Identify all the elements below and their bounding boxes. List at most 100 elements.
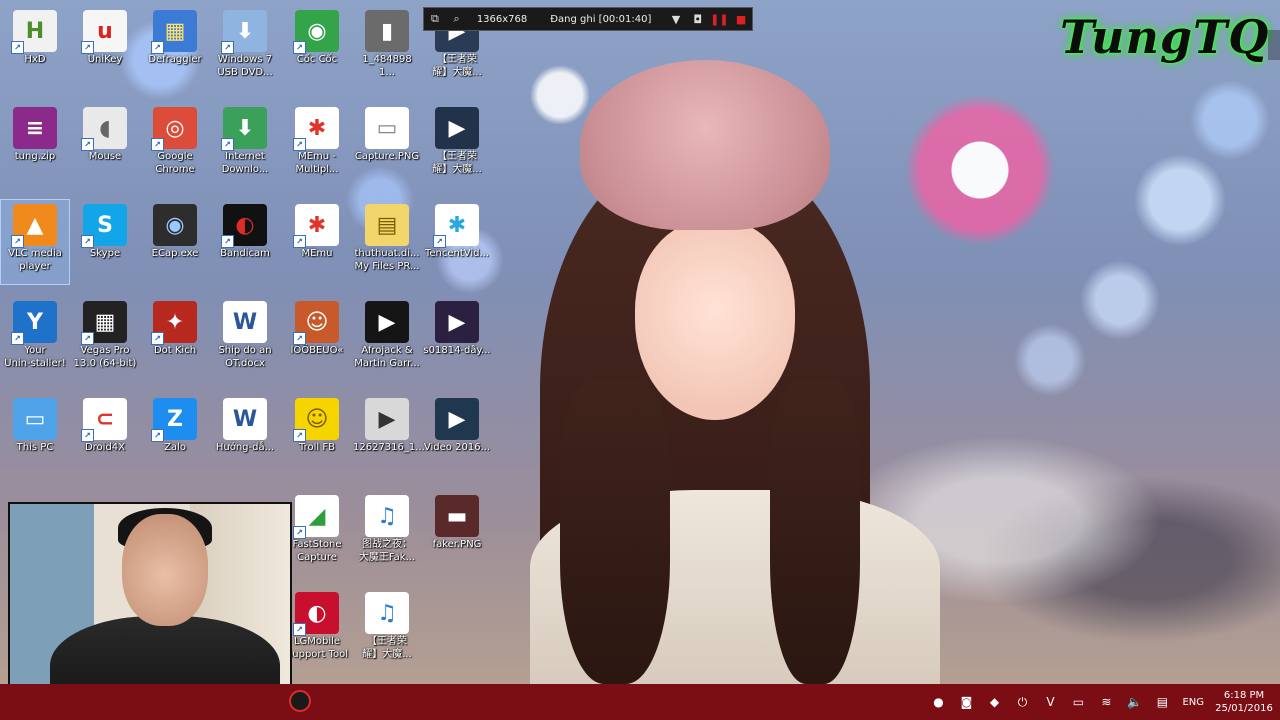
- shortcut-arrow-icon: ↗: [221, 138, 234, 151]
- app-icon: ▦ ↗: [81, 301, 127, 345]
- desktop-icon[interactable]: ✱ ↗ TencentVid...: [423, 200, 491, 284]
- desktop-icon[interactable]: W Hướng-dẫ...: [211, 394, 279, 478]
- desktop-icon[interactable]: ⬇ ↗ Windows 7 USB DVD...: [211, 6, 279, 90]
- desktop-icon-label: Droid4X: [84, 442, 126, 453]
- app-icon: H ↗: [11, 10, 57, 54]
- desktop-icon[interactable]: ◉ ECap.exe: [141, 200, 209, 284]
- desktop-icon[interactable]: W Ship do an OT.docx: [211, 297, 279, 381]
- desktop-icon[interactable]: ✱ ↗ MEmu: [283, 200, 351, 284]
- shortcut-arrow-icon: ↗: [221, 235, 234, 248]
- desktop-icon[interactable]: ▶ Afrojack & Martin Garr...: [353, 297, 421, 381]
- desktop-icon[interactable]: ◖ ↗ Mouse: [71, 103, 139, 187]
- app-icon: u ↗: [81, 10, 127, 54]
- clock[interactable]: 6:18 PM 25/01/2016: [1214, 689, 1274, 715]
- app-icon: ⊂ ↗: [81, 398, 127, 442]
- desktop-icon-label: Troll FB: [299, 442, 335, 453]
- shortcut-arrow-icon: ↗: [293, 526, 306, 539]
- network-app-icon[interactable]: ◆: [983, 691, 1005, 713]
- desktop-icon[interactable]: ☺ ↗ Troll FB: [283, 394, 351, 478]
- app-icon: ▶: [435, 301, 479, 343]
- desktop-icon[interactable]: ▲ ↗ VLC media player: [0, 199, 70, 285]
- desktop-icon-label: 12627316_1...: [353, 442, 425, 453]
- desktop-icon-label: Video 2016...: [423, 442, 491, 453]
- desktop-icon[interactable]: ✱ ↗ MEmu - Multipl...: [283, 103, 351, 187]
- window-mode-icon[interactable]: ⧉: [424, 8, 446, 30]
- desktop-icon[interactable]: ♫ 图战之夜： 大魔王Fak...: [353, 491, 421, 575]
- app-icon: ≡: [13, 107, 57, 149]
- desktop-icon[interactable]: ◎ ↗ Google Chrome: [141, 103, 209, 187]
- shortcut-arrow-icon: ↗: [151, 138, 164, 151]
- desktop-icon[interactable]: ▶ s01814-dây...: [423, 297, 491, 381]
- language-indicator[interactable]: ENG: [1182, 697, 1204, 708]
- shortcut-arrow-icon: ↗: [81, 429, 94, 442]
- wallpaper-portrait: [470, 60, 940, 684]
- desktop-icon[interactable]: ▦ ↗ Defraggler: [141, 6, 209, 90]
- pause-icon[interactable]: ❚❚: [709, 8, 731, 30]
- desktop-icon-label: Hướng-dẫ...: [215, 442, 275, 453]
- desktop-icon-label: UniKey: [87, 54, 123, 65]
- desktop-icon-label: HxD: [24, 54, 46, 65]
- app-icon: ✱ ↗: [293, 107, 339, 151]
- shortcut-arrow-icon: ↗: [151, 429, 164, 442]
- app-icon: ▶: [435, 107, 479, 149]
- desktop-icon[interactable]: ▶ 【王者荣 耀】大魔...: [423, 103, 491, 187]
- desktop-icon[interactable]: ☺ ↗ lÔÕBEUO«: [283, 297, 351, 381]
- recording-toolbar[interactable]: ⧉ ⌕ 1366x768 Đang ghi [00:01:40] ▼ ◘ ❚❚ …: [423, 7, 753, 31]
- desktop-icon[interactable]: ◢ ↗ FastStone Capture: [283, 491, 351, 575]
- camera-icon[interactable]: ◘: [687, 8, 709, 30]
- chevron-down-icon[interactable]: ▼: [665, 8, 687, 30]
- desktop-icon[interactable]: ◐ ↗ LGMobile Support Tool: [283, 588, 351, 672]
- battery-icon[interactable]: ▭: [1067, 691, 1089, 713]
- desktop-icon[interactable]: ▤ thuthuat.di... My Files PR...: [353, 200, 421, 284]
- search-icon[interactable]: ⌕: [446, 8, 468, 30]
- desktop-icon[interactable]: ▭ Capture.PNG: [353, 103, 421, 187]
- desktop-icon-label: MEmu: [301, 248, 333, 259]
- volume-icon[interactable]: 🔈: [1123, 691, 1145, 713]
- desktop-icon[interactable]: ⊂ ↗ Droid4X: [71, 394, 139, 478]
- app-icon: ▶: [435, 398, 479, 440]
- desktop-icon[interactable]: ▶ Video 2016...: [423, 394, 491, 478]
- power-app-icon[interactable]: ⏻: [1011, 691, 1033, 713]
- desktop-icon[interactable]: ▦ ↗ Vegas Pro 13.0 (64-bit): [71, 297, 139, 381]
- app-icon: ⬇ ↗: [221, 107, 267, 151]
- desktop-icon[interactable]: Z ↗ Zalo: [141, 394, 209, 478]
- desktop-icon-label: Windows 7 USB DVD...: [217, 54, 273, 78]
- app-icon: ▶: [365, 301, 409, 343]
- desktop-icon-label: ECap.exe: [151, 248, 199, 259]
- desktop-icon-label: 【王者荣 耀】大魔...: [432, 54, 482, 78]
- v-app-icon[interactable]: V: [1039, 691, 1061, 713]
- desktop-icon[interactable]: ▶ 12627316_1...: [353, 394, 425, 478]
- desktop-icon[interactable]: ▭ This PC: [1, 394, 69, 478]
- shortcut-arrow-icon: ↗: [151, 332, 164, 345]
- notifications-icon[interactable]: ▤: [1151, 691, 1173, 713]
- desktop-icon[interactable]: Y ↗ Your Unin-staller!: [1, 297, 69, 381]
- desktop-icon[interactable]: ⬇ ↗ Internet Downlo...: [211, 103, 279, 187]
- desktop-icon[interactable]: ♫ 【王者荣 耀】大魔...: [353, 588, 421, 672]
- desktop-icon[interactable]: ▮ 1_484898 1...: [353, 6, 421, 90]
- app-icon: ◎ ↗: [151, 107, 197, 151]
- stop-icon[interactable]: ■: [730, 8, 752, 30]
- desktop-icon[interactable]: ▬ faker.PNG: [423, 491, 491, 575]
- desktop-icon[interactable]: H ↗ HxD: [1, 6, 69, 90]
- desktop-icon-label: Bandicam: [220, 248, 270, 259]
- app-tray-icon[interactable]: ◙: [955, 691, 977, 713]
- desktop-icon[interactable]: ◐ ↗ Bandicam: [211, 200, 279, 284]
- desktop-icon-label: 图战之夜： 大魔王Fak...: [358, 539, 416, 563]
- app-icon: ✱ ↗: [433, 204, 479, 248]
- app-icon: ◐ ↗: [221, 204, 267, 248]
- desktop-icon[interactable]: S ↗ Skype: [71, 200, 139, 284]
- record-tray-icon[interactable]: ●: [927, 691, 949, 713]
- desktop-icon[interactable]: ◉ ↗ Cốc Cốc: [283, 6, 351, 90]
- app-icon: ◖ ↗: [81, 107, 127, 151]
- desktop-icon[interactable]: ✦ ↗ Dot Kich: [141, 297, 209, 381]
- app-icon: ♫: [365, 592, 409, 634]
- shortcut-arrow-icon: ↗: [293, 429, 306, 442]
- app-icon: Z ↗: [151, 398, 197, 442]
- desktop-icon[interactable]: u ↗ UniKey: [71, 6, 139, 90]
- desktop-icon-label: LGMobile Support Tool: [285, 636, 349, 660]
- wifi-icon[interactable]: ≋: [1095, 691, 1117, 713]
- bandicam-taskbar-icon[interactable]: [289, 690, 311, 712]
- shortcut-arrow-icon: ↗: [151, 41, 164, 54]
- desktop-icon[interactable]: ≡ tung.zip: [1, 103, 69, 187]
- system-tray: ● ◙ ◆ ⏻ V ▭ ≋ 🔈 ▤ ENG 6:18 PM 25/01/2016: [924, 684, 1280, 720]
